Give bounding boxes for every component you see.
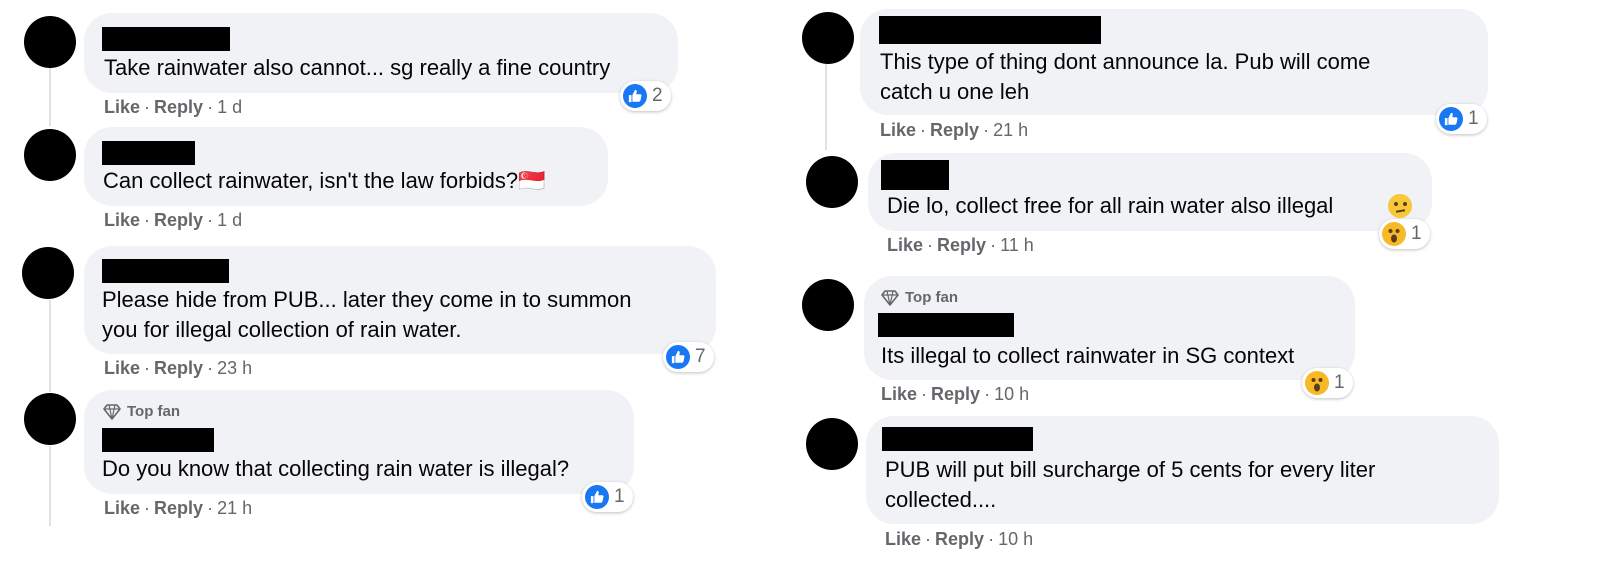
reply-button[interactable]: Reply: [935, 529, 984, 549]
comment-actions: Like · Reply · 21 h: [104, 498, 253, 518]
reaction-count[interactable]: 1: [582, 482, 633, 512]
timestamp[interactable]: 21 h: [993, 120, 1028, 140]
avatar[interactable]: [806, 156, 858, 208]
thread-line: [49, 446, 51, 526]
like-icon: [666, 345, 690, 369]
comment-text: Its illegal to collect rainwater in SG c…: [881, 343, 1295, 368]
redacted-author-name[interactable]: [879, 16, 1101, 44]
wow-icon: [1382, 222, 1406, 246]
comment-actions: Like · Reply · 21 h: [880, 120, 1029, 140]
like-button[interactable]: Like: [104, 498, 140, 518]
comment-actions: Like · Reply · 10 h: [885, 529, 1034, 549]
like-button[interactable]: Like: [887, 235, 923, 255]
like-button[interactable]: Like: [881, 384, 917, 404]
comment-actions: Like · Reply · 23 h: [104, 358, 253, 378]
like-button[interactable]: Like: [104, 358, 140, 378]
badge-label: Top fan: [127, 403, 181, 420]
redacted-author-name[interactable]: [102, 428, 214, 452]
thinking-face-emoji: [1388, 194, 1414, 220]
comment-text-line-2: you for illegal collection of rain water…: [102, 317, 462, 342]
reaction-count[interactable]: 1: [1302, 368, 1353, 398]
reply-button[interactable]: Reply: [154, 210, 203, 230]
like-button[interactable]: Like: [104, 210, 140, 230]
avatar[interactable]: [24, 16, 76, 68]
like-icon: [1439, 107, 1463, 131]
redacted-author-name[interactable]: [102, 141, 195, 165]
thread-line: [825, 62, 827, 150]
comment-text: Do you know that collecting rain water i…: [102, 456, 570, 481]
comment-text-line-2: collected....: [885, 487, 997, 512]
top-fan-badge[interactable]: Top fan: [103, 403, 180, 420]
comment-actions: Like · Reply · 1 d: [104, 97, 243, 117]
like-button[interactable]: Like: [880, 120, 916, 140]
top-fan-badge[interactable]: Top fan: [881, 289, 958, 306]
avatar[interactable]: [24, 129, 76, 181]
redacted-author-name[interactable]: [878, 313, 1014, 337]
avatar[interactable]: [24, 393, 76, 445]
reaction-number: 2: [652, 85, 663, 106]
timestamp[interactable]: 21 h: [217, 498, 252, 518]
comment-actions: Like · Reply · 10 h: [881, 384, 1030, 404]
reply-button[interactable]: Reply: [937, 235, 986, 255]
timestamp[interactable]: 1 d: [217, 210, 242, 230]
comment-text-line-1: PUB will put bill surcharge of 5 cents f…: [885, 457, 1376, 482]
thread-line: [49, 300, 51, 392]
comment-text-line-1: This type of thing dont announce la. Pub…: [880, 49, 1371, 74]
redacted-author-name[interactable]: [102, 27, 230, 51]
redacted-author-name[interactable]: [102, 259, 229, 283]
reaction-number: 1: [1411, 223, 1422, 244]
reply-button[interactable]: Reply: [154, 498, 203, 518]
redacted-author-name[interactable]: [881, 160, 949, 190]
reaction-count[interactable]: 1: [1436, 104, 1487, 134]
reply-button[interactable]: Reply: [931, 384, 980, 404]
avatar[interactable]: [806, 418, 858, 470]
like-icon: [585, 485, 609, 509]
reaction-number: 1: [614, 486, 625, 507]
reaction-number: 1: [1334, 372, 1345, 393]
badge-label: Top fan: [905, 289, 959, 306]
reply-button[interactable]: Reply: [930, 120, 979, 140]
timestamp[interactable]: 23 h: [217, 358, 252, 378]
thread-line: [49, 68, 51, 126]
avatar[interactable]: [802, 12, 854, 64]
reply-button[interactable]: Reply: [154, 97, 203, 117]
comment-actions: Like · Reply · 11 h: [887, 235, 1034, 255]
timestamp[interactable]: 1 d: [217, 97, 242, 117]
redacted-author-name[interactable]: [882, 427, 1033, 451]
timestamp[interactable]: 11 h: [1000, 235, 1034, 255]
like-button[interactable]: Like: [885, 529, 921, 549]
reply-button[interactable]: Reply: [154, 358, 203, 378]
reaction-number: 1: [1468, 108, 1479, 129]
reaction-count[interactable]: 1: [1379, 219, 1430, 249]
comment-text-line-1: Please hide from PUB... later they come …: [102, 287, 632, 312]
comment-text: Take rainwater also cannot... sg really …: [104, 55, 611, 80]
reaction-number: 7: [695, 346, 706, 367]
like-icon: [623, 84, 647, 108]
diamond-icon: [881, 289, 899, 306]
reaction-count[interactable]: 7: [663, 342, 714, 372]
timestamp[interactable]: 10 h: [994, 384, 1029, 404]
comment-text-line-2: catch u one leh: [880, 79, 1030, 104]
like-button[interactable]: Like: [104, 97, 140, 117]
avatar[interactable]: [802, 279, 854, 331]
reaction-count[interactable]: 2: [620, 81, 671, 111]
wow-icon: [1305, 371, 1329, 395]
comment-text: Can collect rainwater, isn't the law for…: [103, 168, 546, 193]
comment-text: Die lo, collect free for all rain water …: [887, 193, 1334, 218]
comment-actions: Like · Reply · 1 d: [104, 210, 243, 230]
timestamp[interactable]: 10 h: [998, 529, 1033, 549]
avatar[interactable]: [22, 247, 74, 299]
diamond-icon: [103, 403, 121, 420]
